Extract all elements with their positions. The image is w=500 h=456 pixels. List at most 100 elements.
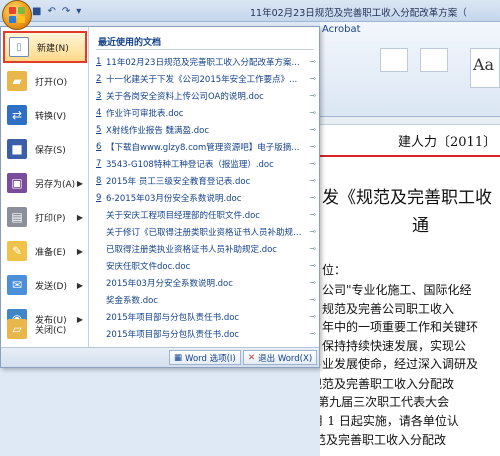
command-label: 打开(O) <box>35 77 68 88</box>
recent-doc-item[interactable]: 2015年项目部与分包队责任书.doc ⊸ <box>96 325 316 342</box>
office-button[interactable] <box>2 0 32 30</box>
recent-doc-number: 9 <box>96 192 102 203</box>
ribbon-tool-button[interactable] <box>420 48 448 72</box>
pin-icon[interactable]: ⊸ <box>306 142 316 151</box>
recent-doc-item[interactable]: 9 6-2015年03月份安全系数说明.doc ⊸ <box>96 189 316 206</box>
title-bar: ■ ↶ ↷ ▾ 11年02月23日规范及完善职工收入分配改革方案（ <box>0 0 500 22</box>
doc-line: 位： <box>322 263 347 277</box>
doc-line: 保持持续快速发展，实现公 <box>322 339 467 353</box>
recent-doc-name: 【下载自www.glzy8.com管理资源吧】电子版摘... <box>106 142 300 153</box>
pin-icon[interactable]: ⊸ <box>306 108 316 117</box>
recent-doc-item[interactable]: 2 十一化建关于下发《公司2015年安全工作要点》... ⊸ <box>96 70 316 87</box>
style-gallery[interactable]: Aa <box>470 48 500 88</box>
open-command[interactable]: ▰ 打开(O) <box>3 65 87 97</box>
convert-command[interactable]: ⇄ 转换(V) <box>3 99 87 131</box>
pin-icon[interactable]: ⊸ <box>306 329 316 338</box>
qat-dropdown-icon[interactable]: ▾ <box>76 6 81 17</box>
command-label: 准备(E) <box>35 247 66 258</box>
exit-icon: ✕ <box>248 352 256 363</box>
doc-title-line1: 发《规范及完善职工收 <box>322 188 492 208</box>
prepare-command[interactable]: ✎ 准备(E) ▶ <box>3 235 87 267</box>
pin-icon[interactable]: ⊸ <box>306 244 316 253</box>
recent-doc-item[interactable]: 安庆任职文件doc.doc ⊸ <box>96 257 316 274</box>
pin-icon[interactable]: ⊸ <box>306 312 316 321</box>
command-label: 发送(D) <box>35 281 67 292</box>
pin-icon[interactable]: ⊸ <box>306 91 316 100</box>
save-as-command[interactable]: ▣ 另存为(A) ▶ <box>3 167 87 199</box>
recent-doc-name: 2015年03月分安全系数说明.doc <box>106 278 233 289</box>
recent-doc-item[interactable]: 关于修订《已取得注册类职业资格证书人员补助规定... ⊸ <box>96 223 316 240</box>
recent-doc-name: 已取得注册类执业资格证书人员补助规定.doc <box>106 244 277 255</box>
recent-doc-name: X射线作业报告 魏满盈.doc <box>106 125 209 136</box>
word-options-label: Word 选项(I) <box>185 353 236 364</box>
pin-icon[interactable]: ⊸ <box>306 74 316 83</box>
doc-line: 27 日经公司第九届三次职工代表大会 <box>320 395 450 409</box>
recent-doc-item[interactable]: 3 关于各岗安全资料上传公司OA的说明.doc ⊸ <box>96 87 316 104</box>
submenu-arrow-icon: ▶ <box>76 212 83 222</box>
recent-doc-name: 2015年 员工三级安全教育登记表.doc <box>106 176 251 187</box>
submenu-arrow-icon: ▶ <box>76 280 83 290</box>
recent-doc-item[interactable]: 5 X射线作业报告 魏满盈.doc ⊸ <box>96 121 316 138</box>
recent-doc-item[interactable]: 奖金系数.doc ⊸ <box>96 291 316 308</box>
pin-icon[interactable]: ⊸ <box>306 278 316 287</box>
recent-doc-name: 关于修订《已取得注册类职业资格证书人员补助规定... <box>106 227 306 238</box>
recent-doc-number: 8 <box>96 175 102 186</box>
document-page[interactable]: 建人力〔2011〕 发《规范及完善职工收 通 位： 公司"专业化施工、国际化经 … <box>320 125 500 456</box>
recent-doc-number: 2 <box>96 73 102 84</box>
send-command[interactable]: ✉ 发送(D) ▶ <box>3 269 87 301</box>
command-label: 另存为(A) <box>35 179 76 190</box>
doc-line: 业发展使命，经过深入调研及 <box>322 357 479 371</box>
window-title: 11年02月23日规范及完善职工收入分配改革方案（ <box>250 8 467 19</box>
recent-doc-item[interactable]: 关于安庆工程项目经理部的任职文件.doc ⊸ <box>96 206 316 223</box>
command-label: 保存(S) <box>35 145 66 156</box>
recent-doc-item[interactable]: 8 2015年 员工三级安全教育登记表.doc ⊸ <box>96 172 316 189</box>
pin-icon[interactable]: ⊸ <box>306 261 316 270</box>
divider <box>96 49 314 50</box>
recent-doc-item[interactable]: 4 作业许可审批表.doc ⊸ <box>96 104 316 121</box>
pin-icon[interactable]: ⊸ <box>306 295 316 304</box>
command-label: 关闭(C) <box>35 325 67 336</box>
pin-icon[interactable]: ⊸ <box>306 210 316 219</box>
tab-acrobat[interactable]: Acrobat <box>322 24 361 35</box>
recent-doc-item[interactable]: 2015年项目部与分包队责任书.doc ⊸ <box>96 308 316 325</box>
recent-doc-item[interactable]: 1 11年02月23日规范及完善职工收入分配改革方案... ⊸ <box>96 53 316 70</box>
recent-doc-name: 奖金系数.doc <box>106 295 158 306</box>
close-command[interactable]: ▱ 关闭(C) <box>3 313 87 345</box>
exit-word-label: 退出 Word(X) <box>258 353 313 364</box>
pin-icon[interactable]: ⊸ <box>306 159 316 168</box>
redo-icon[interactable]: ↷ <box>62 6 70 17</box>
word-options-button[interactable]: ▦ Word 选项(I) <box>169 350 241 365</box>
command-label: 转换(V) <box>35 111 67 122</box>
recent-doc-name: 3543-G108特种工种登记表（报监理）.doc <box>106 159 274 170</box>
doc-issuer: 建人力〔2011〕 <box>398 135 497 150</box>
submenu-arrow-icon: ▶ <box>76 246 83 256</box>
pin-icon[interactable]: ⊸ <box>306 227 316 236</box>
pin-icon[interactable]: ⊸ <box>306 125 316 134</box>
print-command[interactable]: ▤ 打印(P) ▶ <box>3 201 87 233</box>
save-command[interactable]: ■ 保存(S) <box>3 133 87 165</box>
save-icon[interactable]: ■ <box>32 6 41 17</box>
office-menu: ▯ 新建(N) ▰ 打开(O) ⇄ 转换(V) ■ 保存(S) ▣ 另存为(A)… <box>0 26 320 368</box>
undo-icon[interactable]: ↶ <box>47 6 55 17</box>
ribbon-tool-button[interactable] <box>380 48 408 72</box>
recent-documents-title: 最近使用的文档 <box>98 38 162 48</box>
recent-doc-item[interactable]: 2015年03月分安全系数说明.doc ⊸ <box>96 274 316 291</box>
menu-commands: ▯ 新建(N) ▰ 打开(O) ⇄ 转换(V) ■ 保存(S) ▣ 另存为(A)… <box>1 27 89 347</box>
recent-doc-item[interactable]: 6 【下载自www.glzy8.com管理资源吧】电子版摘... ⊸ <box>96 138 316 155</box>
new-command[interactable]: ▯ 新建(N) <box>3 31 87 63</box>
recent-doc-item[interactable]: 已取得注册类执业资格证书人员补助规定.doc ⊸ <box>96 240 316 257</box>
send-icon: ✉ <box>7 275 27 295</box>
doc-line: 究制定的《规范及完善职工收入分配改 <box>320 377 455 391</box>
save-icon: ■ <box>7 139 27 159</box>
recent-doc-number: 1 <box>96 56 102 67</box>
quick-access-toolbar: ■ ↶ ↷ ▾ <box>32 3 81 19</box>
recent-documents-panel: 最近使用的文档 1 11年02月23日规范及完善职工收入分配改革方案... ⊸ 2十… <box>90 27 319 347</box>
exit-word-button[interactable]: ✕ 退出 Word(X) <box>243 350 318 365</box>
pin-icon[interactable]: ⊸ <box>306 193 316 202</box>
pin-icon[interactable]: ⊸ <box>306 57 316 66</box>
recent-doc-item[interactable]: 7 3543-G108特种工种登记表（报监理）.doc ⊸ <box>96 155 316 172</box>
doc-line: 2011 年 3 月 1 日起实施，请各单位认 <box>320 414 459 428</box>
recent-doc-name: 关于各岗安全资料上传公司OA的说明.doc <box>106 91 264 102</box>
recent-doc-name: 作业许可审批表.doc <box>106 108 184 119</box>
pin-icon[interactable]: ⊸ <box>306 176 316 185</box>
